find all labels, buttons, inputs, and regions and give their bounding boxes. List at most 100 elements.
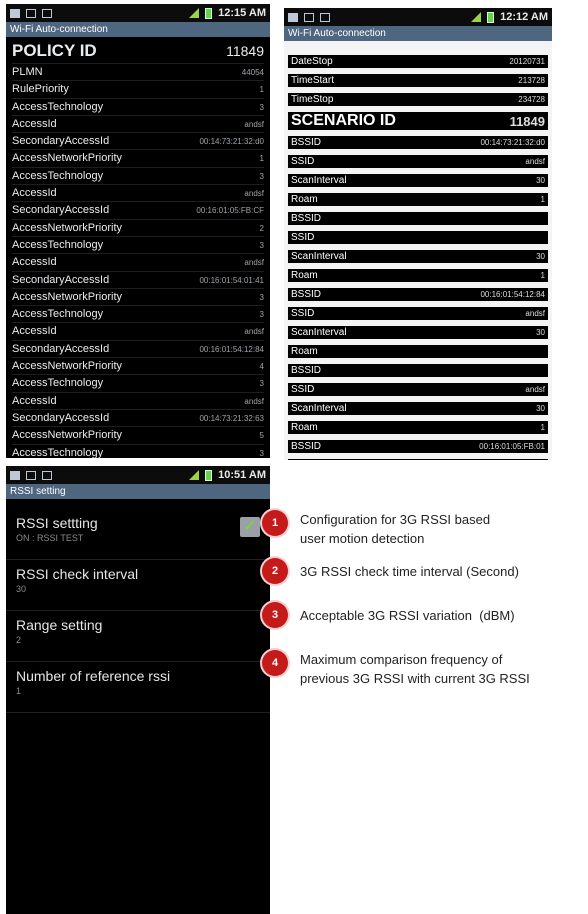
notification-icon bbox=[10, 470, 20, 480]
row-value: 00:16:01:05:FB:01 bbox=[479, 442, 545, 451]
scenario-screen: 12:12 AM Wi-Fi Auto-connection DateStop 2… bbox=[284, 8, 552, 460]
row-label: AccessTechnology bbox=[12, 446, 104, 458]
row-label: RulePriority bbox=[12, 83, 69, 96]
setting-title: RSSI settting bbox=[16, 515, 98, 531]
row-value: 30 bbox=[536, 176, 545, 185]
setting-summary: 1 bbox=[16, 686, 22, 696]
policy-row: AccessNetworkPriority 1 bbox=[12, 150, 264, 168]
row-value: 00:16:01:54:01:41 bbox=[199, 275, 264, 285]
scenario-row: ScanInterval 30 bbox=[288, 174, 548, 187]
row-value: 00:14:73:21:32:63 bbox=[199, 413, 264, 423]
row-value: 3 bbox=[259, 379, 264, 389]
row-label: SecondaryAccessId bbox=[12, 204, 110, 217]
setting-title: RSSI check interval bbox=[16, 566, 139, 582]
row-value: 00:16:01:54:12:84 bbox=[199, 344, 264, 354]
scenario-id-row: SCENARIO ID 11849 bbox=[288, 112, 548, 130]
row-label: SSID bbox=[291, 156, 315, 167]
status-time: 12:15 AM bbox=[218, 7, 266, 19]
callout-text: Configuration for 3G RSSI based user mot… bbox=[300, 512, 491, 546]
callout-badge: 1 bbox=[262, 510, 288, 536]
row-label: TimeStart bbox=[291, 75, 334, 86]
row-value: 1 bbox=[259, 85, 264, 95]
setting-rssi[interactable]: RSSI settting ON : RSSI TEST ✓ bbox=[6, 509, 270, 560]
row-label: BSSID bbox=[291, 365, 322, 376]
row-value: 1 bbox=[540, 271, 545, 280]
policy-row: AccessNetworkPriority 5 bbox=[12, 427, 264, 445]
status-bar-settings: 10:51 AM bbox=[6, 466, 270, 484]
callout-badge: 2 bbox=[262, 558, 288, 584]
row-label: AccessTechnology bbox=[12, 238, 104, 251]
policy-row: AccessId andsf bbox=[12, 116, 264, 134]
setting-title: Range setting bbox=[16, 617, 103, 633]
scenario-row: ScanInterval 30 bbox=[288, 250, 548, 263]
row-value: 00:16:01:05:FB:CF bbox=[196, 206, 264, 216]
row-value: 1 bbox=[540, 423, 545, 432]
row-label: BSSID bbox=[291, 137, 322, 148]
setting-summary: 2 bbox=[16, 635, 22, 645]
scenario-row: BSSID bbox=[288, 212, 548, 225]
row-value: 30 bbox=[536, 404, 545, 413]
row-label: ScanInterval bbox=[291, 403, 347, 414]
callout-text: Maximum comparison frequency of previous… bbox=[300, 652, 530, 686]
callout-2: 2 3G RSSI check time interval (Second) bbox=[262, 558, 588, 584]
row-value: andsf bbox=[525, 157, 545, 166]
row-label: AccessNetworkPriority bbox=[12, 429, 123, 442]
policy-screen: 12:15 AM Wi-Fi Auto-connection POLICY ID… bbox=[6, 4, 270, 458]
scenario-row: Roam bbox=[288, 345, 548, 358]
scenario-row: BSSID bbox=[288, 364, 548, 377]
row-value: andsf bbox=[244, 396, 264, 406]
row-label: AccessTechnology bbox=[12, 377, 104, 390]
policy-row: AccessTechnology 3 bbox=[12, 375, 264, 393]
wifi-icon bbox=[320, 12, 330, 22]
scenario-row: Roam 1 bbox=[288, 193, 548, 206]
usb-icon bbox=[304, 12, 314, 22]
policy-id-label: POLICY ID bbox=[12, 41, 97, 60]
check-icon[interactable]: ✓ bbox=[240, 517, 260, 537]
policy-id-value: 11849 bbox=[226, 43, 264, 59]
policy-id-row: POLICY ID 11849 bbox=[12, 39, 264, 64]
wifi-icon bbox=[42, 8, 52, 18]
row-value: 20120731 bbox=[509, 57, 545, 66]
row-label: DateStop bbox=[291, 56, 333, 67]
row-label: SecondaryAccessId bbox=[12, 342, 110, 355]
callout-badge: 3 bbox=[262, 602, 288, 628]
row-value: 3 bbox=[259, 310, 264, 320]
policy-row: SecondaryAccessId 00:16:01:54:12:84 bbox=[12, 341, 264, 359]
usb-icon bbox=[26, 470, 36, 480]
signal-icon bbox=[189, 470, 200, 480]
policy-row: PLMN 44054 bbox=[12, 64, 264, 82]
row-value: 5 bbox=[259, 431, 264, 441]
row-value: andsf bbox=[525, 309, 545, 318]
row-label: Roam bbox=[291, 270, 318, 281]
row-label: AccessId bbox=[12, 187, 57, 200]
row-label: AccessId bbox=[12, 256, 57, 269]
scenario-row: DateStop 20120731 bbox=[288, 55, 548, 68]
scenario-row: Roam 1 bbox=[288, 269, 548, 282]
scenario-list: DateStop 20120731 TimeStart 213728 TimeStop 2… bbox=[284, 41, 552, 460]
row-value: 30 bbox=[536, 328, 545, 337]
row-label: AccessTechnology bbox=[12, 308, 104, 321]
setting-check-interval[interactable]: RSSI check interval 30 bbox=[6, 560, 270, 611]
row-value: 1 bbox=[540, 195, 545, 204]
callout-4: 4 Maximum comparison frequency of previo… bbox=[262, 650, 550, 688]
policy-row: SecondaryAccessId 00:16:01:05:FB:CF bbox=[12, 202, 264, 220]
policy-row: AccessNetworkPriority 4 bbox=[12, 358, 264, 376]
setting-range[interactable]: Range setting 2 bbox=[6, 611, 270, 662]
row-label: PLMN bbox=[12, 66, 43, 78]
policy-row: AccessTechnology 3 bbox=[12, 306, 264, 324]
row-label: Roam bbox=[291, 422, 318, 433]
row-label: AccessNetworkPriority bbox=[12, 152, 123, 165]
status-bar-right: 12:12 AM bbox=[284, 8, 552, 26]
policy-row: SecondaryAccessId 00:14:73:21:32:d0 bbox=[12, 133, 264, 151]
row-value: andsf bbox=[244, 327, 264, 337]
scenario-row: SSID andsf bbox=[288, 383, 548, 396]
row-value: andsf bbox=[525, 385, 545, 394]
row-value: 00:14:73:21:32:d0 bbox=[480, 138, 545, 147]
row-label: SCENARIO ID bbox=[291, 112, 396, 129]
row-value: andsf bbox=[244, 189, 264, 199]
scenario-row: SSID bbox=[288, 231, 548, 244]
setting-reference-rssi[interactable]: Number of reference rssi 1 bbox=[6, 662, 270, 713]
row-label: SSID bbox=[291, 232, 315, 243]
row-label: AccessId bbox=[12, 117, 57, 130]
row-label: Roam bbox=[291, 194, 318, 205]
